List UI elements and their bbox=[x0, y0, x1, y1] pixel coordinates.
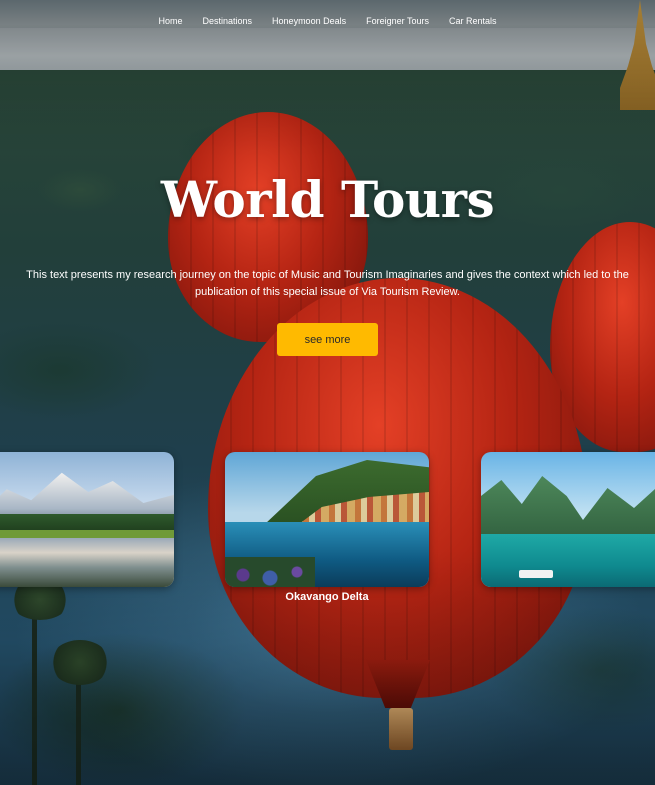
destination-card-mountains[interactable] bbox=[0, 452, 174, 587]
nav-item-destinations[interactable]: Destinations bbox=[203, 16, 253, 26]
nav-item-foreigner-tours[interactable]: Foreigner Tours bbox=[366, 16, 429, 26]
destination-card-karst-bay[interactable] bbox=[481, 452, 655, 587]
main-nav: Home Destinations Honeymoon Deals Foreig… bbox=[0, 16, 655, 26]
background-vignette bbox=[0, 0, 655, 785]
destination-card-okavango-delta[interactable] bbox=[225, 452, 429, 587]
card-image-lake-reflection bbox=[0, 538, 174, 587]
destination-card-label: Okavango Delta bbox=[285, 591, 369, 603]
nav-item-home[interactable]: Home bbox=[159, 16, 183, 26]
card-image-bay bbox=[481, 534, 655, 587]
nav-item-car-rentals[interactable]: Car Rentals bbox=[449, 16, 497, 26]
see-more-button[interactable]: see more bbox=[277, 323, 378, 356]
card-image-flowers bbox=[225, 557, 315, 587]
hero-title: World Tours bbox=[160, 170, 495, 229]
hero-background bbox=[0, 0, 655, 785]
hero-description: This text presents my research journey o… bbox=[26, 269, 629, 298]
nav-item-honeymoon-deals[interactable]: Honeymoon Deals bbox=[272, 16, 346, 26]
card-image-boat bbox=[519, 570, 553, 578]
